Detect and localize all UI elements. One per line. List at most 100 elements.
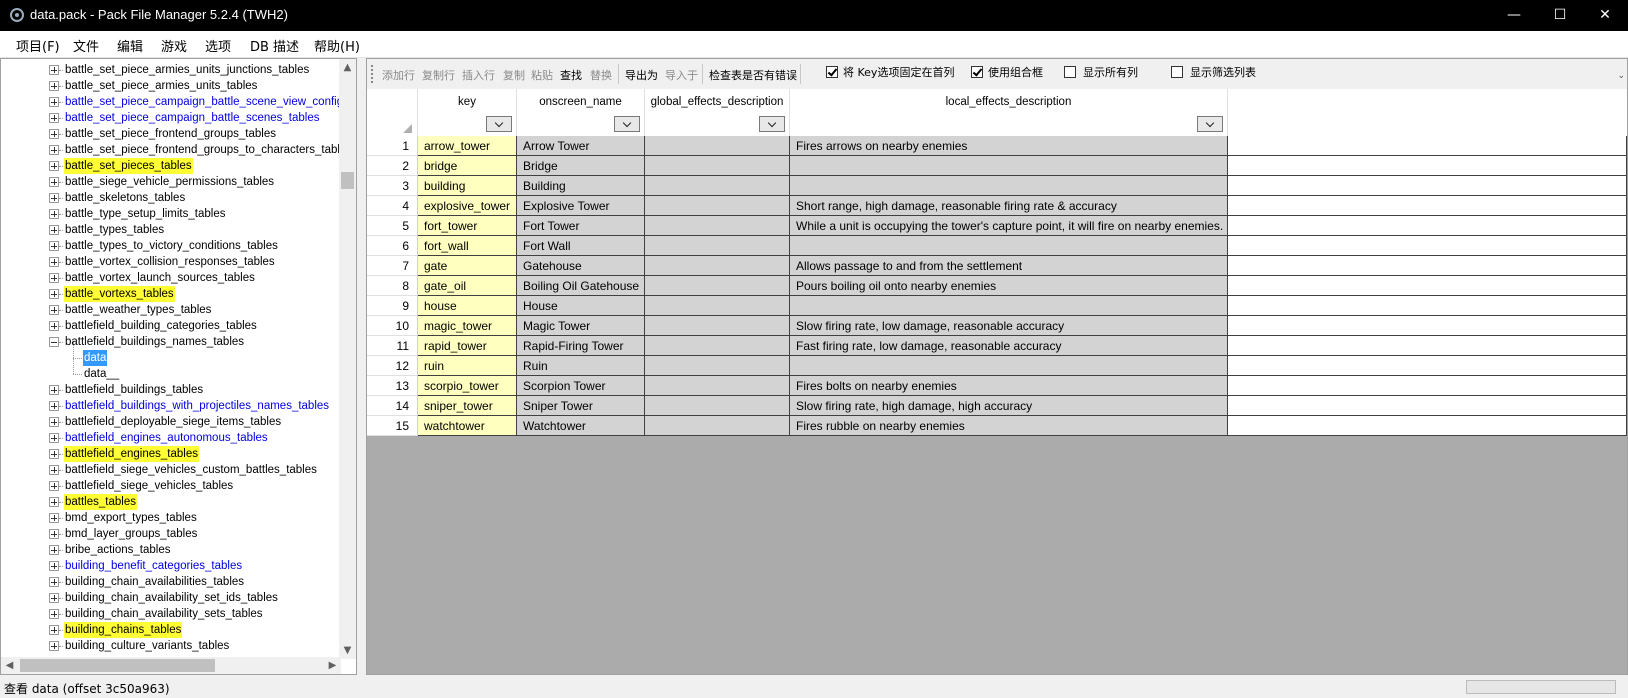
tree-item[interactable]: data__: [1, 358, 341, 382]
cell-empty[interactable]: [1228, 236, 1627, 256]
row-number[interactable]: 3: [367, 176, 418, 196]
tree-item[interactable]: battle_types_to_victory_conditions_table…: [1, 238, 341, 254]
tree-item[interactable]: bribe_actions_tables: [1, 542, 341, 558]
cell-empty[interactable]: [1228, 276, 1627, 296]
cell-onscreen-name[interactable]: Arrow Tower: [517, 136, 645, 156]
show-filter-checkbox[interactable]: [1171, 66, 1183, 78]
cell-key[interactable]: magic_tower: [418, 316, 517, 336]
row-number[interactable]: 8: [367, 276, 418, 296]
tree-item[interactable]: battle_set_piece_armies_units_tables: [1, 78, 341, 94]
replace-button[interactable]: 替换: [590, 67, 612, 83]
cell-empty[interactable]: [1228, 396, 1627, 416]
expand-icon[interactable]: [49, 81, 59, 91]
cell-key[interactable]: explosive_tower: [418, 196, 517, 216]
row-number[interactable]: 11: [367, 336, 418, 356]
toolbar-overflow-icon[interactable]: ⌄: [1617, 71, 1625, 81]
cell-empty[interactable]: [1228, 196, 1627, 216]
cell-local-effects[interactable]: [790, 356, 1228, 376]
cell-key[interactable]: scorpio_tower: [418, 376, 517, 396]
scroll-right-icon[interactable]: ▶: [324, 657, 341, 674]
cell-local-effects[interactable]: Fast firing rate, low damage, reasonable…: [790, 336, 1228, 356]
cell-global-effects[interactable]: [645, 196, 790, 216]
cell-onscreen-name[interactable]: Scorpion Tower: [517, 376, 645, 396]
expand-icon[interactable]: [49, 625, 59, 635]
row-number[interactable]: 14: [367, 396, 418, 416]
expand-icon[interactable]: [49, 561, 59, 571]
menu-db-description[interactable]: DB 描述: [250, 36, 299, 55]
cell-key[interactable]: bridge: [418, 156, 517, 176]
expand-icon[interactable]: [49, 593, 59, 603]
tree-item[interactable]: battle_siege_vehicle_permissions_tables: [1, 174, 341, 190]
paste-button[interactable]: 粘贴: [531, 67, 553, 83]
cell-local-effects[interactable]: Fires arrows on nearby enemies: [790, 136, 1228, 156]
cell-empty[interactable]: [1228, 256, 1627, 276]
tree-hscroll-thumb[interactable]: [20, 659, 215, 672]
expand-icon[interactable]: [49, 161, 59, 171]
tree-item[interactable]: battlefield_buildings_with_projectiles_n…: [1, 398, 341, 414]
tree-horizontal-scrollbar[interactable]: ◀ ▶: [1, 657, 341, 674]
cell-onscreen-name[interactable]: Fort Wall: [517, 236, 645, 256]
cell-global-effects[interactable]: [645, 276, 790, 296]
cell-global-effects[interactable]: [645, 136, 790, 156]
cell-key[interactable]: gate: [418, 256, 517, 276]
expand-icon[interactable]: [49, 529, 59, 539]
maximize-button[interactable]: ☐: [1537, 0, 1583, 31]
cell-onscreen-name[interactable]: Boiling Oil Gatehouse: [517, 276, 645, 296]
export-button[interactable]: 导出为: [625, 67, 658, 83]
cell-empty[interactable]: [1228, 376, 1627, 396]
cell-local-effects[interactable]: Fires rubble on nearby enemies: [790, 416, 1228, 436]
cell-key[interactable]: fort_wall: [418, 236, 517, 256]
expand-icon[interactable]: [49, 465, 59, 475]
cell-onscreen-name[interactable]: House: [517, 296, 645, 316]
column-header-local-effects[interactable]: local_effects_description: [790, 89, 1228, 136]
row-number[interactable]: 6: [367, 236, 418, 256]
cell-global-effects[interactable]: [645, 236, 790, 256]
expand-icon[interactable]: [49, 209, 59, 219]
expand-icon[interactable]: [49, 225, 59, 235]
menu-project[interactable]: 项目(F): [16, 36, 60, 55]
table-row[interactable]: 8 gate_oil Boiling Oil Gatehouse Pours boil…: [367, 276, 1627, 296]
table-row[interactable]: 14 sniper_tower Sniper Tower Slow firing ra…: [367, 396, 1627, 416]
cell-onscreen-name[interactable]: Building: [517, 176, 645, 196]
use-combo-checkbox[interactable]: [971, 66, 983, 78]
add-row-button[interactable]: 添加行: [382, 67, 415, 83]
tree-vertical-scrollbar[interactable]: ▲ ▼: [339, 59, 356, 659]
row-number[interactable]: 5: [367, 216, 418, 236]
row-number[interactable]: 9: [367, 296, 418, 316]
menu-file[interactable]: 文件: [73, 36, 99, 55]
tree-item[interactable]: bmd_layer_groups_tables: [1, 526, 341, 542]
table-row[interactable]: 11 rapid_tower Rapid-Firing Tower Fast firi…: [367, 336, 1627, 356]
row-number[interactable]: 1: [367, 136, 418, 156]
cell-empty[interactable]: [1228, 156, 1627, 176]
cell-onscreen-name[interactable]: Sniper Tower: [517, 396, 645, 416]
expand-icon[interactable]: [49, 273, 59, 283]
table-row[interactable]: 3 building Building: [367, 176, 1627, 196]
cell-global-effects[interactable]: [645, 296, 790, 316]
collapse-icon[interactable]: [49, 337, 59, 347]
scroll-up-icon[interactable]: ▲: [339, 59, 356, 76]
expand-icon[interactable]: [49, 177, 59, 187]
cell-global-effects[interactable]: [645, 356, 790, 376]
expand-icon[interactable]: [49, 113, 59, 123]
cell-local-effects[interactable]: Slow firing rate, high damage, high accu…: [790, 396, 1228, 416]
expand-icon[interactable]: [49, 257, 59, 267]
cell-onscreen-name[interactable]: Watchtower: [517, 416, 645, 436]
onscreen-name-filter-dropdown[interactable]: [614, 116, 640, 132]
tree-item[interactable]: building_chains_tables: [1, 622, 341, 638]
row-number[interactable]: 4: [367, 196, 418, 216]
table-row[interactable]: 2 bridge Bridge: [367, 156, 1627, 176]
cell-empty[interactable]: [1228, 416, 1627, 436]
table-row[interactable]: 12 ruin Ruin: [367, 356, 1627, 376]
cell-key[interactable]: sniper_tower: [418, 396, 517, 416]
expand-icon[interactable]: [49, 481, 59, 491]
cell-global-effects[interactable]: [645, 416, 790, 436]
check-errors-button[interactable]: 检查表是否有错误: [709, 67, 797, 83]
menu-edit[interactable]: 编辑: [117, 36, 143, 55]
cell-empty[interactable]: [1228, 336, 1627, 356]
tree-item[interactable]: battle_set_piece_armies_units_junctions_…: [1, 62, 341, 78]
cell-key[interactable]: house: [418, 296, 517, 316]
expand-icon[interactable]: [49, 241, 59, 251]
tree-item[interactable]: battle_types_tables: [1, 222, 341, 238]
import-button[interactable]: 导入于: [665, 67, 698, 83]
table-row[interactable]: 9 house House: [367, 296, 1627, 316]
